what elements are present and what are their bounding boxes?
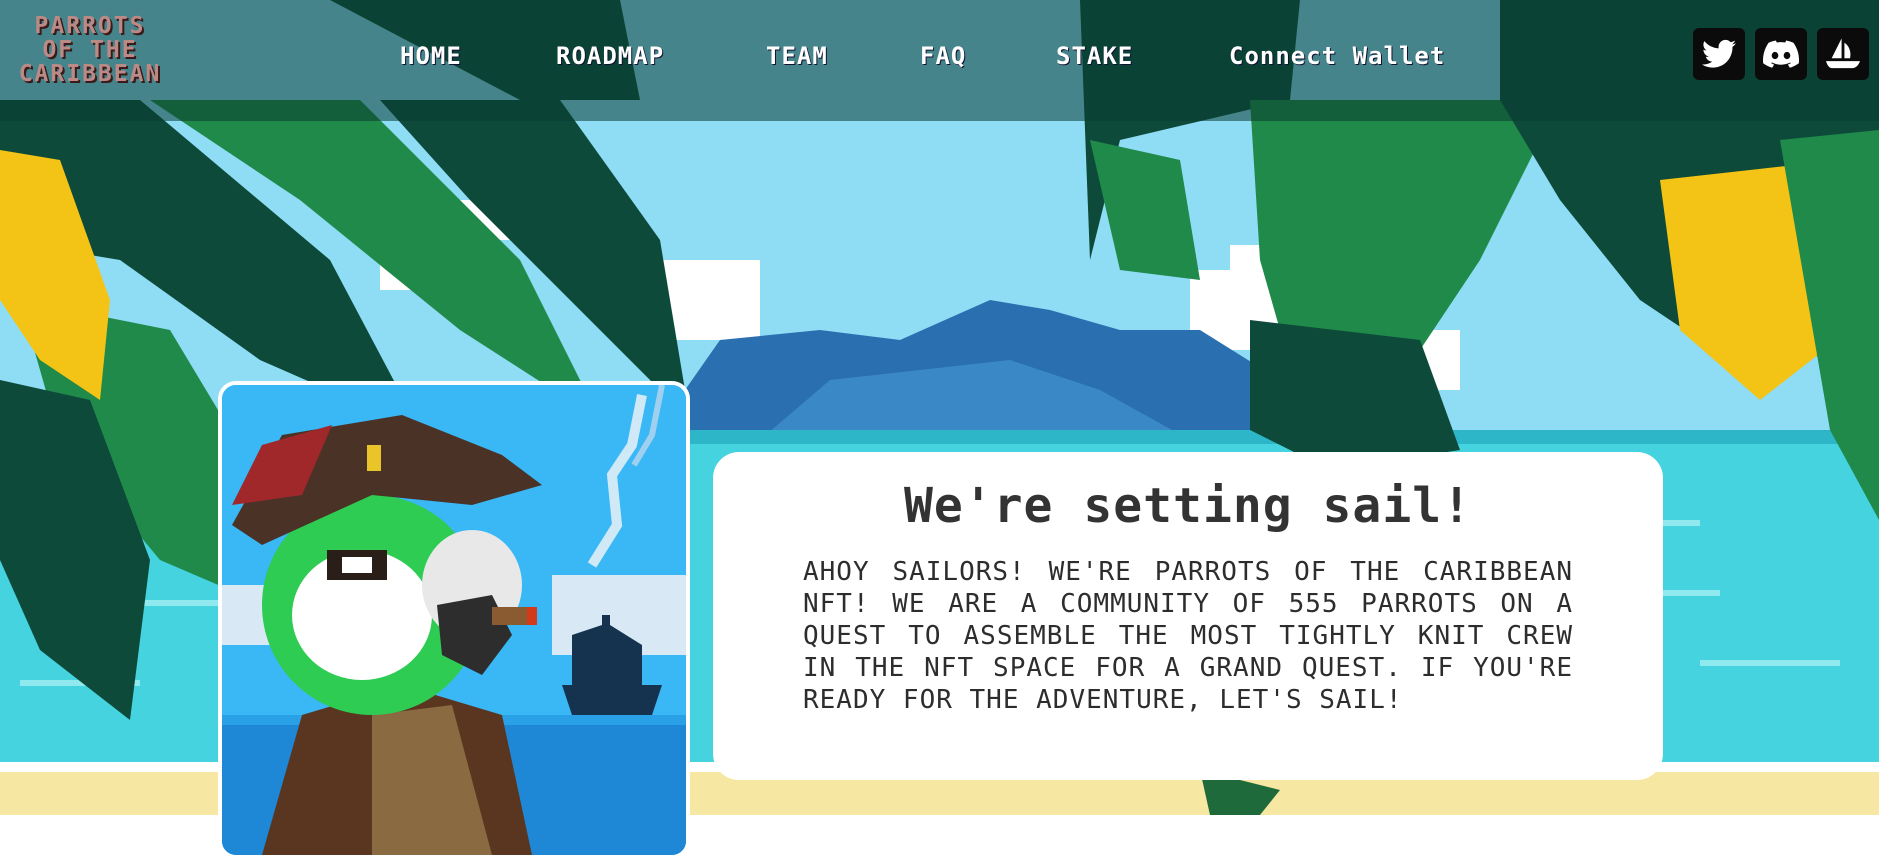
logo-line-3: CARIBBEAN	[18, 61, 162, 87]
nav-home[interactable]: HOME	[400, 42, 462, 70]
discord-icon	[1763, 40, 1799, 68]
opensea-button[interactable]	[1817, 28, 1869, 80]
pirate-parrot-illustration	[222, 385, 686, 855]
parrot-nft-image	[218, 381, 690, 859]
twitter-icon	[1702, 39, 1736, 68]
opensea-ship-icon	[1826, 38, 1860, 69]
intro-panel: We're setting sail! Ahoy sailors! We're …	[713, 452, 1663, 780]
twitter-button[interactable]	[1693, 28, 1745, 80]
nav-roadmap[interactable]: ROADMAP	[556, 42, 664, 70]
discord-button[interactable]	[1755, 28, 1807, 80]
connect-wallet-button[interactable]: Connect Wallet	[1229, 42, 1445, 70]
logo-line-2: OF THE	[42, 37, 138, 63]
parrots-of-the-caribbean-logo[interactable]: PARROTS OF THE CARIBBEAN	[10, 14, 170, 86]
hero-title: We're setting sail!	[903, 478, 1473, 534]
hero-description: Ahoy sailors! We're Parrots of the Carib…	[803, 557, 1573, 715]
nav-faq[interactable]: FAQ	[920, 42, 966, 70]
logo-line-1: PARROTS	[34, 13, 146, 39]
nav-stake[interactable]: STAKE	[1056, 42, 1133, 70]
nav-team[interactable]: TEAM	[766, 42, 828, 70]
